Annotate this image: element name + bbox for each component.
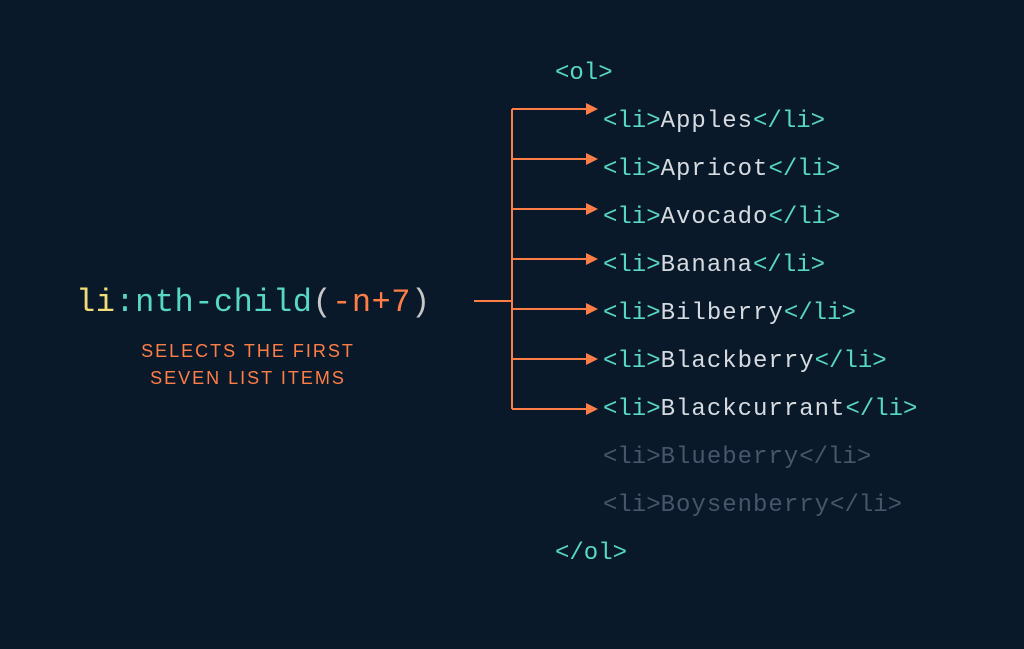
selector-argument: -n+7: [332, 284, 411, 321]
li-close-tag: </li>: [753, 252, 825, 279]
list-item: <li>Blackberry</li>: [555, 338, 917, 386]
li-close-tag: </li>: [799, 444, 871, 471]
li-close-tag: </li>: [815, 348, 887, 375]
caption-line-1: SELECTS THE FIRST: [141, 341, 355, 361]
code-close-ol: </ol>: [555, 530, 917, 578]
list-item: <li>Apricot</li>: [555, 146, 917, 194]
li-close-tag: </li>: [784, 300, 856, 327]
selector-close-paren: ): [411, 284, 431, 321]
ol-close-tag: </ol>: [555, 540, 627, 567]
code-block: <ol> <li>Apples</li> <li>Apricot</li> <l…: [555, 50, 917, 578]
selector-pseudo: :nth-child: [115, 284, 312, 321]
li-open-tag: <li>: [603, 444, 661, 471]
css-selector: li:nth-child(-n+7): [76, 284, 431, 321]
li-text: Boysenberry: [661, 492, 830, 519]
list-item: <li>Apples</li>: [555, 98, 917, 146]
ol-open-tag: <ol>: [555, 60, 613, 87]
li-open-tag: <li>: [603, 348, 661, 375]
li-open-tag: <li>: [603, 204, 661, 231]
li-close-tag: </li>: [830, 492, 902, 519]
code-panel: <ol> <li>Apples</li> <li>Apricot</li> <l…: [500, 0, 1024, 649]
li-open-tag: <li>: [603, 492, 661, 519]
li-close-tag: </li>: [845, 396, 917, 423]
li-text: Bilberry: [661, 300, 784, 327]
li-close-tag: </li>: [768, 156, 840, 183]
list-item: <li>Avocado</li>: [555, 194, 917, 242]
li-text: Banana: [661, 252, 753, 279]
selector-panel: li:nth-child(-n+7) SELECTS THE FIRST SEV…: [0, 0, 480, 649]
li-open-tag: <li>: [603, 252, 661, 279]
li-text: Avocado: [661, 204, 769, 231]
list-item: <li>Bilberry</li>: [555, 290, 917, 338]
selector-caption: SELECTS THE FIRST SEVEN LIST ITEMS: [98, 338, 398, 392]
li-open-tag: <li>: [603, 396, 661, 423]
li-text: Blueberry: [661, 444, 800, 471]
code-open-ol: <ol>: [555, 50, 917, 98]
list-item: <li>Banana</li>: [555, 242, 917, 290]
li-text: Blackberry: [661, 348, 815, 375]
li-close-tag: </li>: [768, 204, 840, 231]
li-text: Blackcurrant: [661, 396, 846, 423]
li-open-tag: <li>: [603, 300, 661, 327]
li-open-tag: <li>: [603, 108, 661, 135]
caption-line-2: SEVEN LIST ITEMS: [150, 368, 346, 388]
list-item: <li>Boysenberry</li>: [555, 482, 917, 530]
list-item: <li>Blueberry</li>: [555, 434, 917, 482]
li-text: Apricot: [661, 156, 769, 183]
li-close-tag: </li>: [753, 108, 825, 135]
list-item: <li>Blackcurrant</li>: [555, 386, 917, 434]
li-text: Apples: [661, 108, 753, 135]
selector-tag: li: [76, 284, 115, 321]
li-open-tag: <li>: [603, 156, 661, 183]
selector-open-paren: (: [312, 284, 332, 321]
